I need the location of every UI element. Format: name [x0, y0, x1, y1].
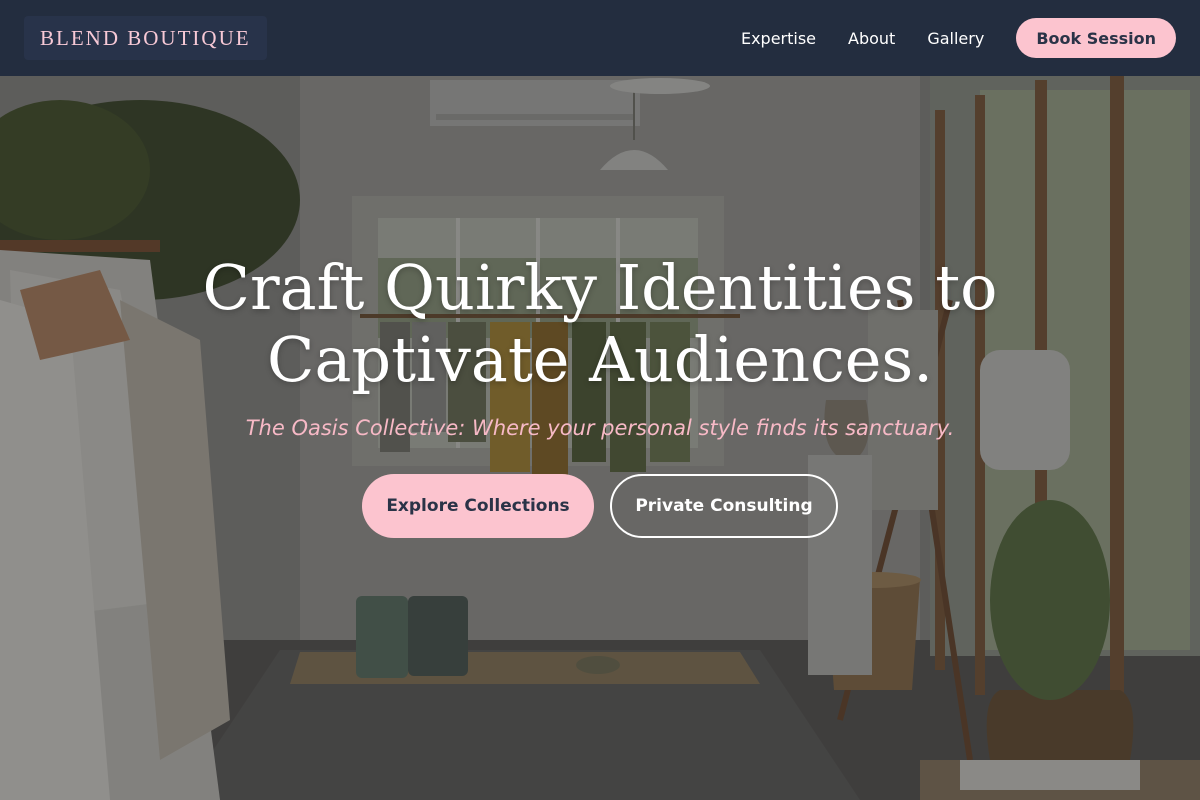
hero-content: Craft Quirky Identities to Captivate Aud… — [0, 252, 1200, 538]
book-session-button[interactable]: Book Session — [1016, 18, 1176, 58]
nav-link-about[interactable]: About — [848, 29, 895, 48]
nav-link-expertise[interactable]: Expertise — [741, 29, 816, 48]
hero-subtitle: The Oasis Collective: Where your persona… — [245, 416, 955, 440]
hero-title-line-1: Craft Quirky Identities to — [202, 251, 998, 324]
brand-logo[interactable]: BLEND BOUTIQUE — [24, 16, 267, 60]
nav-link-gallery[interactable]: Gallery — [927, 29, 984, 48]
nav-links: Expertise About Gallery Book Session — [741, 18, 1176, 58]
hero-title-line-2: Captivate Audiences. — [267, 323, 933, 396]
hero-buttons: Explore Collections Private Consulting — [0, 474, 1200, 538]
private-consulting-button[interactable]: Private Consulting — [610, 474, 838, 538]
top-navigation-bar: BLEND BOUTIQUE Expertise About Gallery B… — [0, 0, 1200, 76]
explore-collections-button[interactable]: Explore Collections — [362, 474, 594, 538]
hero-section: Craft Quirky Identities to Captivate Aud… — [0, 0, 1200, 800]
hero-title: Craft Quirky Identities to Captivate Aud… — [0, 252, 1200, 396]
